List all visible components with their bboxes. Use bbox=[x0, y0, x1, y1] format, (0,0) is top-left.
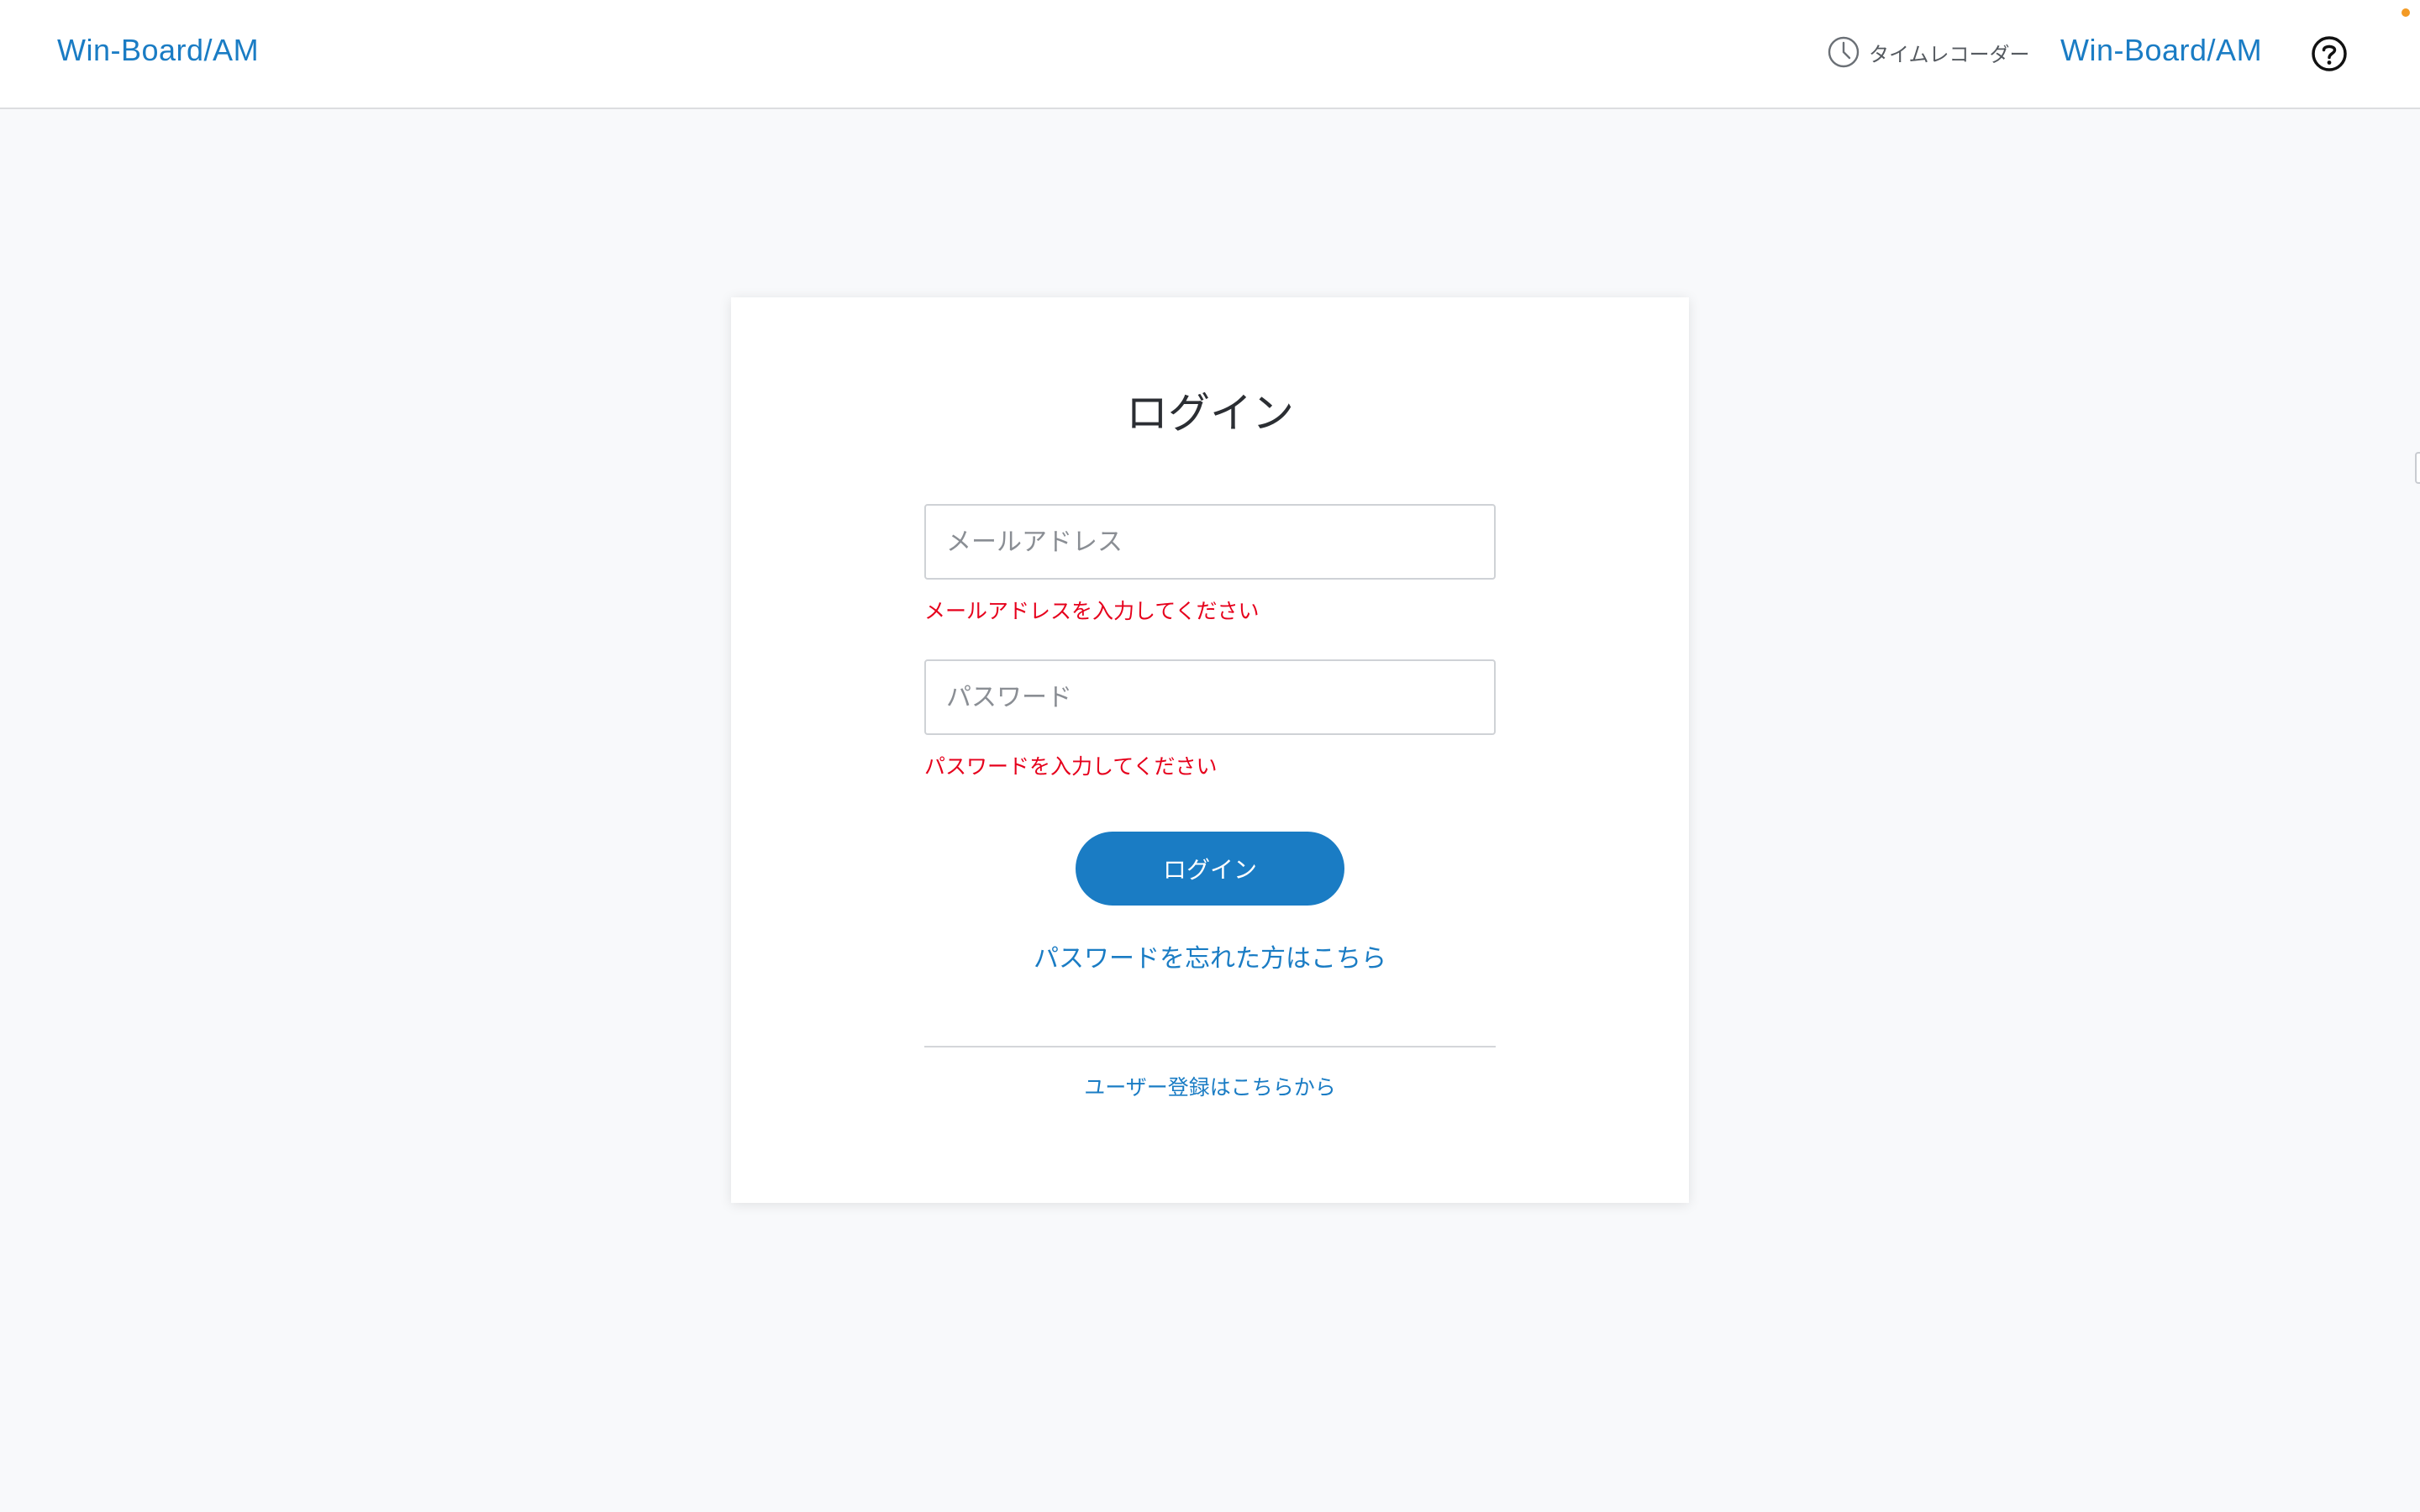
password-error-message: パスワードを入力してください bbox=[924, 754, 1218, 779]
forgot-password-link[interactable]: パスワードを忘れた方はこちら bbox=[0, 941, 2420, 978]
side-panel-handle[interactable] bbox=[2415, 452, 2420, 484]
login-title: ログイン bbox=[1126, 389, 1294, 438]
divider bbox=[924, 1046, 1496, 1047]
app-logo[interactable]: Win-Board/AM bbox=[57, 30, 259, 71]
question-circle-icon[interactable] bbox=[2311, 35, 2348, 72]
password-input[interactable] bbox=[924, 659, 1496, 735]
email-error-message: メールアドレスを入力してください bbox=[924, 599, 1260, 623]
clock-icon bbox=[1828, 36, 1860, 68]
product-name-link[interactable]: Win-Board/AM bbox=[2060, 30, 2262, 71]
time-recorder-label: タイムレコーダー bbox=[1869, 42, 2030, 66]
time-recorder-link[interactable]: タイムレコーダー bbox=[1827, 32, 2030, 72]
user-registration-link[interactable]: ユーザー登録はこちらから bbox=[0, 1072, 2420, 1104]
notification-dot bbox=[2402, 8, 2410, 17]
top-header: Win-Board/AM タイムレコーダー Win-Board/AM bbox=[0, 0, 2420, 109]
email-input[interactable] bbox=[924, 504, 1496, 580]
login-button[interactable]: ログイン bbox=[1076, 832, 1344, 906]
